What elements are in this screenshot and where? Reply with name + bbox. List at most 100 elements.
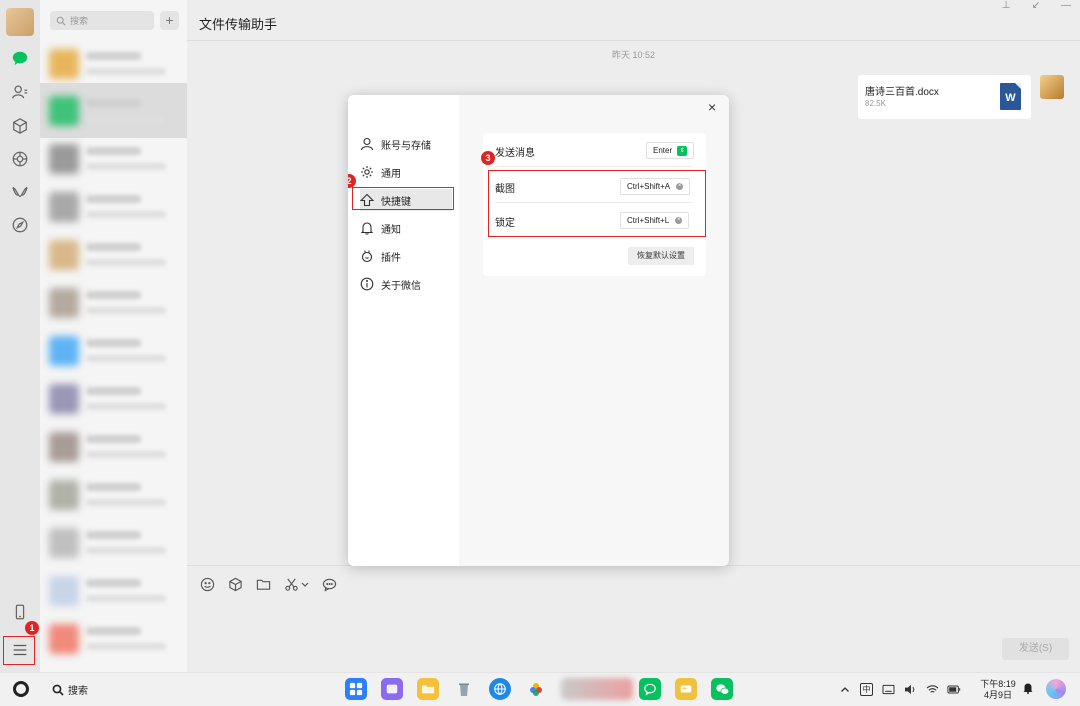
chat-bubble-icon[interactable] — [321, 576, 337, 592]
search-placeholder: 搜索 — [70, 16, 89, 26]
send-message-label: 发送消息 — [495, 148, 535, 159]
send-key-value: Enter — [653, 146, 673, 155]
row-divider — [495, 166, 693, 167]
clock-date: 4月9日 — [983, 690, 1012, 700]
copilot-icon[interactable] — [1046, 679, 1066, 699]
file-name: 唐诗三百首.docx — [865, 87, 939, 98]
nav-label: 通用 — [381, 168, 401, 180]
step-badge-1: 1 — [25, 621, 39, 635]
chat-title: 文件传输助手 — [199, 17, 278, 32]
settings-dialog: 账号与存储 通用 快捷键 通知 插件 关于微信 2 × 发送消息 Enter⇕ — [348, 95, 729, 566]
scissors-icon[interactable] — [283, 576, 299, 592]
minimize-icon[interactable]: — — [1058, 0, 1074, 12]
wechat-icon[interactable] — [711, 678, 733, 700]
search-icon — [52, 684, 64, 696]
wallet-icon[interactable] — [675, 678, 697, 700]
menu-icon[interactable] — [10, 640, 30, 660]
file-message[interactable]: 唐诗三百首.docx 82.5K W — [858, 75, 1031, 119]
system-tray: 中 — [838, 683, 961, 696]
taskbar: 搜索 中 下午8:19 4月9日 — [0, 672, 1080, 706]
list-item[interactable] — [40, 611, 187, 666]
nav-item-plugins[interactable]: 插件 — [360, 245, 452, 267]
blurred-app-icons[interactable] — [561, 678, 633, 700]
send-button[interactable]: 发送(S) — [1002, 638, 1069, 660]
moments-icon[interactable] — [10, 149, 30, 169]
step-badge-3: 3 — [481, 151, 495, 165]
chevron-down-icon[interactable] — [301, 576, 309, 592]
list-item[interactable] — [40, 131, 187, 186]
shortcuts-highlight-box — [352, 187, 454, 210]
message-timestamp: 昨天 10:52 — [611, 50, 656, 60]
bell-icon — [360, 222, 374, 235]
volume-icon[interactable] — [903, 684, 917, 696]
clock-time: 下午8:19 — [980, 679, 1016, 689]
list-item[interactable] — [40, 419, 187, 474]
add-button[interactable]: + — [160, 11, 179, 30]
notification-bell-icon[interactable] — [1022, 682, 1034, 694]
header-divider — [187, 40, 1080, 41]
user-avatar[interactable] — [6, 8, 34, 36]
battery-icon[interactable] — [947, 684, 961, 696]
nav-label: 通知 — [381, 224, 401, 236]
word-file-icon: W — [1000, 83, 1021, 110]
list-item[interactable] — [40, 227, 187, 282]
channels-icon[interactable] — [10, 182, 30, 202]
conversation-list: 搜索 + — [40, 0, 187, 672]
nav-label: 关于微信 — [381, 280, 421, 292]
keyboard-icon[interactable] — [881, 684, 895, 696]
nav-label: 插件 — [381, 252, 401, 264]
send-key-select[interactable]: Enter ⇕ — [646, 142, 695, 159]
file-explorer-icon[interactable] — [417, 678, 439, 700]
list-item[interactable] — [40, 83, 187, 138]
settings-nav: 账号与存储 通用 快捷键 通知 插件 关于微信 — [348, 95, 459, 566]
search-icon — [56, 16, 66, 26]
list-item[interactable] — [40, 323, 187, 378]
folder-icon[interactable] — [255, 576, 271, 592]
cube-icon[interactable] — [10, 116, 30, 136]
nav-item-account[interactable]: 账号与存储 — [360, 133, 452, 155]
taskbar-clock[interactable]: 下午8:19 4月9日 — [976, 679, 1020, 701]
list-item[interactable] — [40, 275, 187, 330]
nav-item-about[interactable]: 关于微信 — [360, 273, 452, 295]
contacts-icon[interactable] — [10, 82, 30, 102]
taskbar-search[interactable]: 搜索 — [52, 682, 88, 697]
chat-icon[interactable] — [10, 48, 30, 68]
nav-label: 账号与存储 — [381, 140, 431, 152]
search-input[interactable]: 搜索 — [50, 11, 154, 30]
taskbar-search-label: 搜索 — [68, 686, 88, 697]
start-menu-icon[interactable] — [345, 678, 367, 700]
shortcut-rows-highlight-box — [488, 170, 706, 237]
chevron-up-icon[interactable] — [838, 684, 852, 696]
pin-icon[interactable]: ⊥ — [998, 0, 1014, 12]
wifi-icon[interactable] — [925, 684, 939, 696]
discover-icon[interactable] — [10, 215, 30, 235]
list-item[interactable] — [40, 563, 187, 618]
input-method-indicator[interactable]: 中 — [860, 683, 873, 696]
restore-icon[interactable]: ↙ — [1028, 0, 1044, 12]
cube-icon[interactable] — [227, 576, 243, 592]
restore-defaults-button[interactable]: 恢复默认设置 — [628, 247, 694, 265]
emoji-icon[interactable] — [199, 576, 215, 592]
file-size: 82.5K — [865, 99, 886, 108]
info-icon — [360, 277, 374, 291]
message-app-icon[interactable] — [639, 678, 661, 700]
start-icon[interactable] — [13, 681, 29, 697]
sender-avatar[interactable] — [1040, 75, 1064, 99]
nav-item-general[interactable]: 通用 — [360, 161, 452, 183]
select-arrows-icon: ⇕ — [677, 145, 688, 156]
nav-item-notifications[interactable]: 通知 — [360, 217, 452, 239]
task-view-icon[interactable] — [381, 678, 403, 700]
list-item[interactable] — [40, 515, 187, 570]
list-item[interactable] — [40, 467, 187, 522]
window-controls: ⊥ ↙ — — [998, 0, 1074, 12]
recycle-bin-icon[interactable] — [453, 678, 475, 700]
person-icon — [360, 137, 374, 151]
list-item[interactable] — [40, 179, 187, 234]
close-icon[interactable]: × — [708, 99, 716, 115]
list-item[interactable] — [40, 371, 187, 426]
phone-icon[interactable] — [10, 602, 30, 622]
nav-rail: 1 — [0, 0, 40, 672]
photos-icon[interactable] — [525, 678, 547, 700]
plugin-icon — [361, 250, 373, 263]
browser-icon[interactable] — [489, 678, 511, 700]
